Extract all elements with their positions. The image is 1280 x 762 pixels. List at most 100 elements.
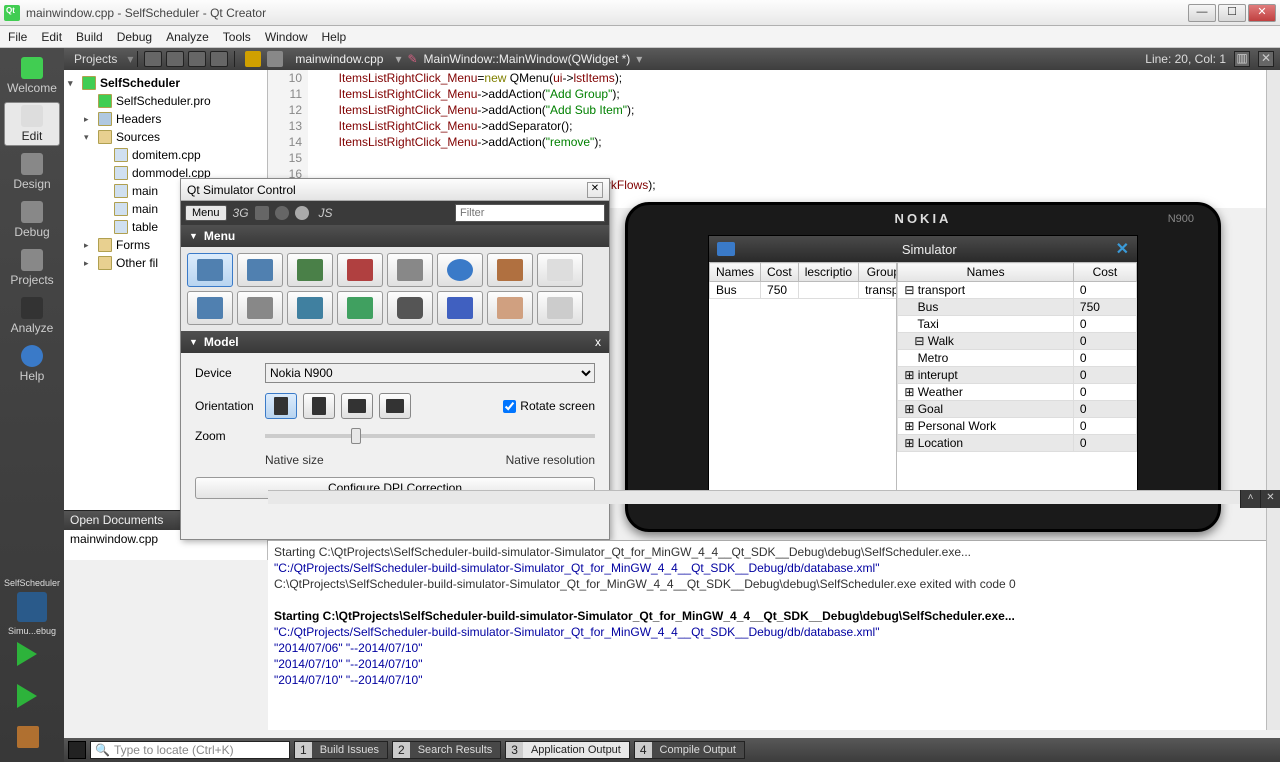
menu-help[interactable]: Help xyxy=(322,30,347,44)
book-icon[interactable] xyxy=(337,253,383,287)
split-editor-icon[interactable]: ▥ xyxy=(1234,51,1250,67)
close-button[interactable]: ✕ xyxy=(1248,4,1276,22)
app-close-icon[interactable]: ✕ xyxy=(1116,239,1129,259)
table-row: Bus750transp. xyxy=(710,282,898,299)
tab-search-results[interactable]: 2Search Results xyxy=(392,741,501,759)
toggle-sidebar-icon[interactable] xyxy=(68,741,86,759)
device-network-icon[interactable] xyxy=(287,253,333,287)
music-icon[interactable] xyxy=(287,291,333,325)
tab-app-output[interactable]: 3Application Output xyxy=(505,741,630,759)
zoom-slider[interactable] xyxy=(265,434,595,438)
right-table[interactable]: NamesCost ⊟ transport0 Bus750 Taxi0 ⊟ Wa… xyxy=(897,262,1137,452)
close-pane-icon[interactable] xyxy=(210,51,228,67)
menu-analyze[interactable]: Analyze xyxy=(166,30,209,44)
forward-icon[interactable] xyxy=(267,51,283,67)
tab-build-issues[interactable]: 1Build Issues xyxy=(294,741,388,759)
menu-window[interactable]: Window xyxy=(265,30,308,44)
phone-brand: NOKIA xyxy=(895,211,952,226)
line-col: Line: 20, Col: 1 xyxy=(1145,52,1226,66)
table-row[interactable]: Taxi0 xyxy=(898,316,1137,333)
screen-icon[interactable] xyxy=(537,291,583,325)
orientation-label: Orientation xyxy=(195,399,265,413)
menu-build[interactable]: Build xyxy=(76,30,103,44)
mail-icon[interactable] xyxy=(537,253,583,287)
table-row[interactable]: ⊞ Location0 xyxy=(898,435,1137,452)
filter-input[interactable] xyxy=(455,204,605,222)
camera-icon[interactable] xyxy=(387,291,433,325)
editor-toolbar: Projects ▾ mainwindow.cpp ▾ ✎ MainWindow… xyxy=(64,48,1280,70)
mode-debug[interactable]: Debug xyxy=(4,198,60,242)
device-tablet-icon[interactable] xyxy=(237,253,283,287)
signal-icon[interactable] xyxy=(387,253,433,287)
menu-file[interactable]: File xyxy=(8,30,27,44)
list-icon[interactable] xyxy=(255,206,269,220)
nfc-icon[interactable] xyxy=(437,291,483,325)
table-row[interactable]: ⊟ Walk0 xyxy=(898,333,1137,350)
globe-icon[interactable] xyxy=(437,253,483,287)
orient-landscape-button[interactable] xyxy=(341,393,373,419)
close-editor-icon[interactable]: ✕ xyxy=(1258,51,1274,67)
table-row[interactable]: ⊟ transport0 xyxy=(898,282,1137,299)
tab-compile-output[interactable]: 4Compile Output xyxy=(634,741,745,759)
table-row[interactable]: Bus750 xyxy=(898,299,1137,316)
output-close-icon[interactable]: ✕ xyxy=(1260,490,1280,508)
gear-icon[interactable] xyxy=(295,206,309,220)
contact-icon[interactable] xyxy=(487,253,533,287)
split-icon[interactable] xyxy=(188,51,206,67)
table-row[interactable]: ⊞ Goal0 xyxy=(898,401,1137,418)
device-phones-icon[interactable] xyxy=(187,253,233,287)
debug-run-button[interactable] xyxy=(17,684,47,714)
filter-icon[interactable] xyxy=(144,51,162,67)
file-crumb[interactable]: mainwindow.cpp xyxy=(289,52,389,66)
table-row[interactable]: Metro0 xyxy=(898,350,1137,367)
menu-debug[interactable]: Debug xyxy=(117,30,152,44)
maximize-button[interactable]: ☐ xyxy=(1218,4,1246,22)
orient-portrait-button[interactable] xyxy=(265,393,297,419)
table-row[interactable]: ⊞ interupt0 xyxy=(898,367,1137,384)
rotate-checkbox[interactable] xyxy=(503,400,516,413)
menu-tools[interactable]: Tools xyxy=(223,30,251,44)
status-bar: 🔍Type to locate (Ctrl+K) 1Build Issues 2… xyxy=(64,738,1280,762)
simctl-menu-button[interactable]: Menu xyxy=(185,205,227,221)
calendar-icon[interactable] xyxy=(237,291,283,325)
mode-edit[interactable]: Edit xyxy=(4,102,60,146)
projects-dropdown[interactable]: Projects xyxy=(64,52,127,66)
code-editor[interactable]: 10111213141516 ItemsListRightClick_Menu=… xyxy=(268,70,1266,178)
minimize-button[interactable]: — xyxy=(1188,4,1216,22)
target-icon[interactable] xyxy=(17,592,47,622)
kit-config: Simu...ebug xyxy=(8,626,56,636)
vertical-scrollbar[interactable] xyxy=(1266,70,1280,730)
table-row[interactable]: ⊞ Personal Work0 xyxy=(898,418,1137,435)
kit-label[interactable]: SelfScheduler xyxy=(4,578,60,588)
model-close-icon[interactable]: x xyxy=(595,335,601,349)
build-button[interactable] xyxy=(17,726,47,756)
horizontal-scrollbar[interactable] xyxy=(268,490,1266,504)
orient-portrait-inv-button[interactable] xyxy=(303,393,335,419)
left-table[interactable]: NamesCostlescriptioGroup Bus750transp. xyxy=(709,262,897,299)
output-panel[interactable]: Starting C:\QtProjects\SelfScheduler-bui… xyxy=(268,540,1266,730)
output-collapse-icon[interactable]: ˄ xyxy=(1240,490,1260,508)
table-row[interactable]: ⊞ Weather0 xyxy=(898,384,1137,401)
mode-help[interactable]: Help xyxy=(4,342,60,386)
mode-welcome[interactable]: Welcome xyxy=(4,54,60,98)
app-icon[interactable] xyxy=(717,242,735,256)
media-icon[interactable] xyxy=(337,291,383,325)
qt-icon xyxy=(4,5,20,21)
touch-icon[interactable] xyxy=(487,291,533,325)
orient-landscape-inv-button[interactable] xyxy=(379,393,411,419)
3g-label[interactable]: 3G xyxy=(233,206,249,220)
locator-input[interactable]: 🔍Type to locate (Ctrl+K) xyxy=(90,741,290,759)
menu-edit[interactable]: Edit xyxy=(41,30,62,44)
run-button[interactable] xyxy=(17,642,47,672)
record-icon[interactable] xyxy=(275,206,289,220)
simctl-close-icon[interactable]: ✕ xyxy=(587,182,603,198)
mode-projects[interactable]: Projects xyxy=(4,246,60,290)
mode-design[interactable]: Design xyxy=(4,150,60,194)
back-icon[interactable] xyxy=(245,51,261,67)
symbol-crumb[interactable]: MainWindow::MainWindow(QWidget *) xyxy=(424,52,631,66)
device-select[interactable]: Nokia N900 xyxy=(265,363,595,383)
mode-analyze[interactable]: Analyze xyxy=(4,294,60,338)
rotate-icon[interactable] xyxy=(187,291,233,325)
js-label[interactable]: JS xyxy=(319,206,333,220)
sync-icon[interactable] xyxy=(166,51,184,67)
